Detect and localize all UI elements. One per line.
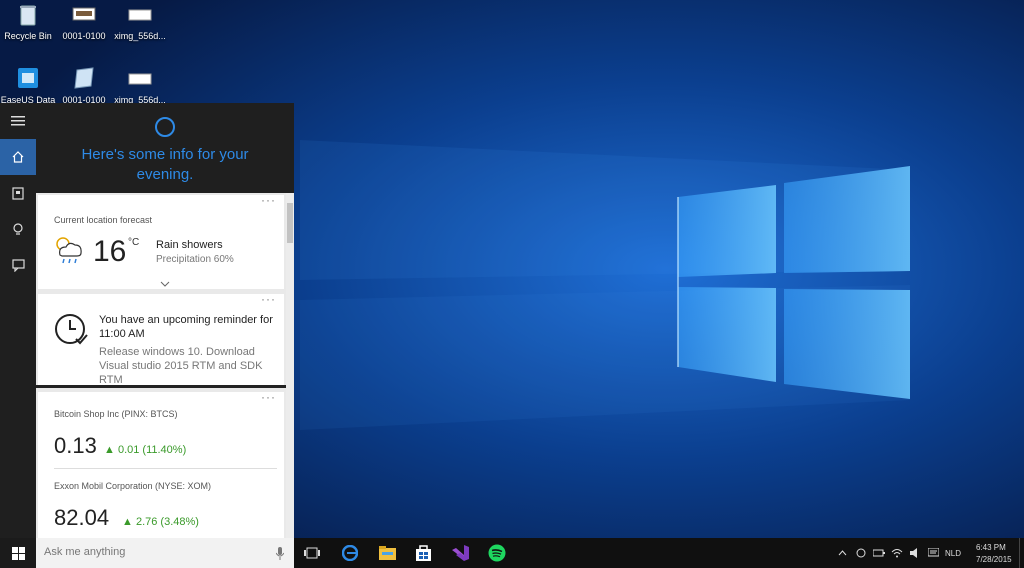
visual-studio-icon <box>451 545 469 561</box>
cortana-greeting: Here's some info for your evening. <box>81 146 249 183</box>
card-more-button[interactable]: ··· <box>261 390 276 404</box>
desktop-icon-label: 0001-0100 <box>62 31 106 41</box>
desktop-icon-image-1[interactable]: ximg_556d... <box>108 2 172 41</box>
weather-precipitation: Precipitation 60% <box>156 254 234 265</box>
cortana-panel: Here's some info for your evening. ··· C… <box>0 103 294 538</box>
weather-card-title: Current location forecast <box>54 215 153 225</box>
hamburger-menu-button[interactable] <box>0 103 36 139</box>
weather-condition: Rain showers <box>156 239 223 251</box>
cortana-header: Here's some info for your evening. <box>36 103 294 193</box>
cortana-logo-icon <box>155 117 175 137</box>
notebook-icon <box>12 186 24 200</box>
stock-divider <box>54 468 277 469</box>
language-indicator[interactable]: NLD <box>945 549 961 558</box>
volume-icon[interactable] <box>910 548 921 558</box>
easeus-icon <box>15 66 41 92</box>
cortana-cards: ··· Current location forecast 16 °C Rain… <box>36 193 294 538</box>
file-icon <box>71 66 97 92</box>
reminder-title: You have an upcoming reminder for 11:00 … <box>99 314 273 340</box>
battery-icon[interactable] <box>873 548 885 558</box>
reminder-card[interactable]: ··· You have an upcoming reminder for 11… <box>36 292 286 388</box>
desktop-icon-folder-1[interactable]: 0001-0100 <box>52 2 116 41</box>
clock-time[interactable]: 6:43 PM <box>976 543 1006 552</box>
stock-change-value: 2.76 (3.48%) <box>135 516 199 528</box>
stock-name: Bitcoin Shop Inc (PINX: BTCS) <box>54 409 178 419</box>
folder-icon <box>378 546 396 560</box>
task-view-button[interactable] <box>295 538 329 568</box>
stock-change-value: 0.01 (11.40%) <box>117 444 187 456</box>
recycle-bin-icon <box>15 2 41 28</box>
lightbulb-icon <box>13 222 23 235</box>
clock-icon <box>55 314 88 345</box>
search-box[interactable]: Ask me anything <box>36 538 294 568</box>
file-icon <box>71 2 97 28</box>
store-button[interactable] <box>406 538 440 568</box>
temperature-value: 16 <box>93 235 127 268</box>
desktop-icon-label: ximg_556d... <box>114 31 166 41</box>
reminder-detail: Release windows 10. Download Visual stud… <box>99 346 263 386</box>
start-button[interactable] <box>0 538 36 568</box>
image-file-icon <box>127 66 153 92</box>
insights-button[interactable] <box>0 211 36 247</box>
desktop-icon-easeus[interactable]: EaseUS Data <box>0 66 60 105</box>
action-center-icon[interactable] <box>928 548 939 558</box>
up-arrow-icon: ▲ <box>122 516 133 528</box>
search-input[interactable]: Ask me anything <box>44 546 125 558</box>
show-hidden-icons-chevron-up-icon[interactable] <box>838 550 847 556</box>
desktop-icon-recycle-bin[interactable]: Recycle Bin <box>0 2 60 41</box>
notebook-button[interactable] <box>0 175 36 211</box>
temperature-unit: °C <box>128 237 140 248</box>
edge-browser-button[interactable] <box>333 538 367 568</box>
network-sync-icon[interactable] <box>856 548 866 558</box>
file-explorer-button[interactable] <box>370 538 404 568</box>
microphone-icon[interactable] <box>276 547 284 560</box>
chevron-down-icon[interactable] <box>160 281 170 287</box>
feedback-icon <box>11 258 25 272</box>
cortana-nav-rail <box>0 103 36 538</box>
store-icon <box>415 545 431 561</box>
feedback-button[interactable] <box>0 247 36 283</box>
desktop-icon-folder-2[interactable]: 0001-0100 <box>52 66 116 105</box>
stocks-card[interactable]: ··· Bitcoin Shop Inc (PINX: BTCS) 0.13 ▲… <box>38 390 284 538</box>
clock-date[interactable]: 7/28/2015 <box>976 555 1012 564</box>
desktop-icon-image-2[interactable]: ximg_556d... <box>108 66 172 105</box>
windows-logo-icon <box>11 546 25 560</box>
stock-change: ▲ 0.01 (11.40%) <box>104 444 186 456</box>
spotify-button[interactable] <box>480 538 514 568</box>
image-file-icon <box>127 2 153 28</box>
stock-change: ▲ 2.76 (3.48%) <box>122 516 199 528</box>
stock-price: 0.13 <box>54 433 97 458</box>
edge-icon <box>342 545 358 561</box>
home-icon <box>12 151 24 163</box>
card-more-button[interactable]: ··· <box>261 292 276 306</box>
wifi-icon[interactable] <box>891 548 903 558</box>
weather-card[interactable]: ··· Current location forecast 16 °C Rain… <box>38 193 284 289</box>
rain-cloud-icon <box>56 237 82 264</box>
show-desktop-button[interactable] <box>1019 538 1024 568</box>
stock-price: 82.04 <box>54 505 110 530</box>
card-more-button[interactable]: ··· <box>261 193 276 207</box>
taskbar: Ask me anything NLD 6:43 PM 7/28/2015 <box>0 538 1024 568</box>
task-view-icon <box>304 547 320 559</box>
visual-studio-button[interactable] <box>443 538 477 568</box>
home-button[interactable] <box>0 139 36 175</box>
stock-name: Exxon Mobil Corporation (NYSE: XOM) <box>54 481 212 491</box>
spotify-icon <box>488 544 506 562</box>
desktop-icon-label: Recycle Bin <box>4 31 52 41</box>
cards-scrollbar[interactable] <box>286 193 294 538</box>
up-arrow-icon: ▲ <box>104 444 115 456</box>
scrollbar-thumb[interactable] <box>287 203 293 243</box>
card-divider <box>36 385 286 388</box>
hamburger-icon <box>11 116 25 126</box>
